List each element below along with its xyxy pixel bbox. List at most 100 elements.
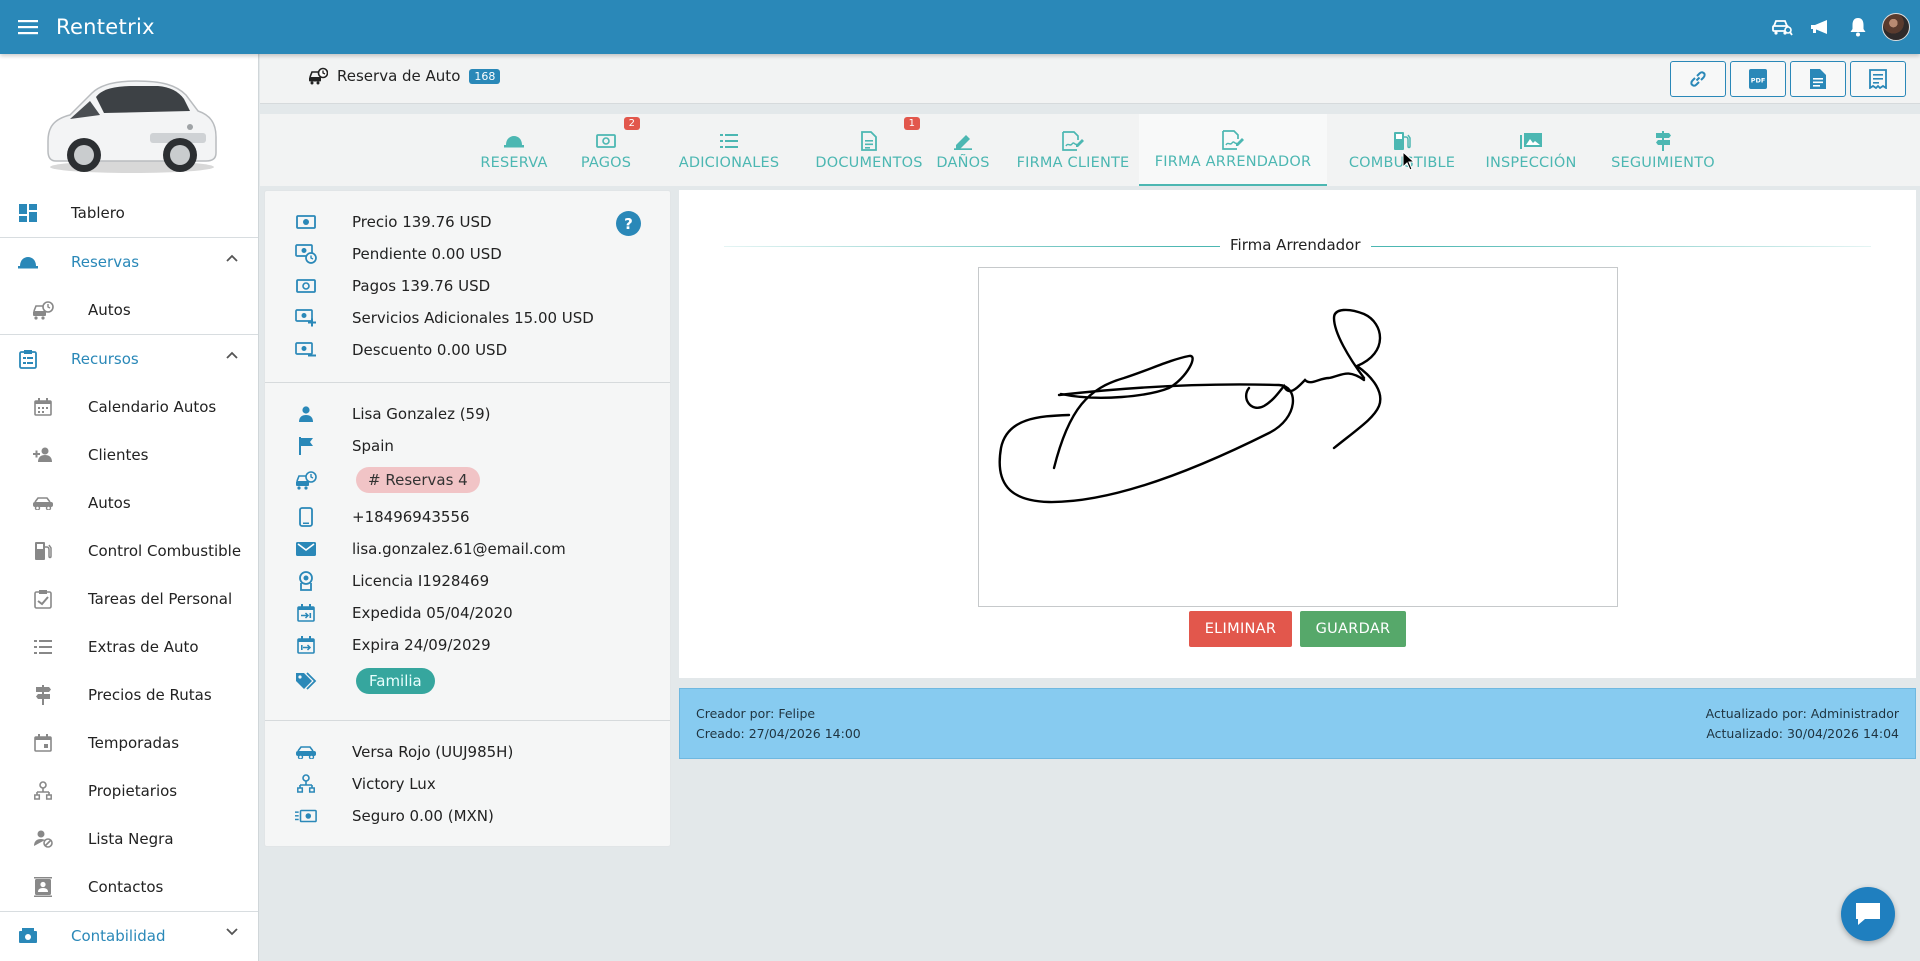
payments-text: Pagos 139.76 USD bbox=[352, 277, 491, 295]
contacts-icon bbox=[32, 877, 54, 897]
sidebar-item-label: Contactos bbox=[88, 878, 164, 896]
sidebar-item-label: Autos bbox=[88, 301, 131, 319]
save-signature-button[interactable]: GUARDAR bbox=[1300, 611, 1406, 647]
sidebar-item-calendario-autos[interactable]: Calendario Autos bbox=[0, 383, 258, 431]
sidebar-group-contabilidad[interactable]: Contabilidad bbox=[0, 912, 258, 960]
tab-seguimiento[interactable]: SEGUIMIENTO bbox=[1596, 114, 1730, 186]
fuel-pump-icon bbox=[1393, 130, 1411, 152]
money-plus-icon bbox=[295, 307, 317, 329]
car-icon bbox=[32, 493, 54, 513]
tab-bar: RESERVA 2 PAGOS ADICIONALES 1 DOCUMENTOS… bbox=[260, 114, 1920, 186]
user-icon bbox=[295, 403, 317, 425]
sidebar-item-tablero[interactable]: Tablero bbox=[0, 189, 258, 237]
phone-link[interactable]: +18496943556 bbox=[352, 508, 470, 526]
sidebar-item-label: Calendario Autos bbox=[88, 398, 217, 416]
sidebar-item-clientes[interactable]: Clientes bbox=[0, 431, 258, 479]
signature-icon bbox=[1062, 130, 1084, 152]
vehicle-row: Versa Rojo (UUJ985H) bbox=[265, 739, 670, 765]
money-minus-icon bbox=[295, 339, 317, 361]
receipt-button[interactable] bbox=[1850, 61, 1906, 97]
pending-row: Pendiente 0.00 USD bbox=[265, 241, 670, 267]
issued-text: Expedida 05/04/2020 bbox=[352, 604, 513, 622]
link-button[interactable] bbox=[1670, 61, 1726, 97]
reservation-info-panel: ? Precio 139.76 USD Pendiente 0.00 USD P… bbox=[264, 190, 671, 847]
count-badge: 1 bbox=[903, 117, 920, 130]
discount-row: Descuento 0.00 USD bbox=[265, 337, 670, 363]
sidebar-item-temporadas[interactable]: Temporadas bbox=[0, 719, 258, 767]
page-header: Reserva de Auto 168 PDF bbox=[260, 54, 1920, 104]
signpost-icon bbox=[32, 685, 54, 705]
additional-services-row: Servicios Adicionales 15.00 USD bbox=[265, 305, 670, 331]
sidebar-item-label: Extras de Auto bbox=[88, 638, 199, 656]
tab-danos[interactable]: DAÑOS bbox=[926, 114, 1000, 186]
fuel-pump-icon bbox=[32, 541, 54, 561]
car-clock-icon bbox=[295, 469, 317, 491]
tab-reserva[interactable]: RESERVA bbox=[470, 114, 558, 186]
tab-inspeccion[interactable]: INSPECCIÓN bbox=[1471, 114, 1591, 186]
tab-firma-cliente[interactable]: FIRMA CLIENTE bbox=[1004, 114, 1142, 186]
tab-firma-arrendador[interactable]: FIRMA ARRENDADOR bbox=[1139, 114, 1327, 186]
license-badge-icon bbox=[295, 570, 317, 592]
bell-service-icon bbox=[17, 252, 39, 272]
link-icon bbox=[1688, 69, 1708, 89]
sidebar-item-label: Tablero bbox=[71, 204, 125, 222]
customer-email: lisa.gonzalez.61@email.com bbox=[352, 540, 566, 558]
sidebar-item-autos-reservas[interactable]: Autos bbox=[0, 286, 258, 334]
menu-icon[interactable] bbox=[0, 0, 56, 54]
car-clock-icon bbox=[308, 67, 328, 85]
phone-row: +18496943556 bbox=[265, 504, 670, 530]
tab-label: DOCUMENTOS bbox=[815, 154, 923, 171]
chevron-down-icon[interactable] bbox=[226, 928, 238, 936]
owner-text: Victory Lux bbox=[352, 775, 436, 793]
customer-tag-chip[interactable]: Familia bbox=[356, 668, 435, 694]
tab-label: RESERVA bbox=[480, 154, 548, 171]
bell-icon[interactable] bbox=[1844, 13, 1872, 41]
calendar-season-icon bbox=[32, 733, 54, 753]
sidebar-item-precios-rutas[interactable]: Precios de Rutas bbox=[0, 671, 258, 719]
pdf-button[interactable]: PDF bbox=[1730, 61, 1786, 97]
sidebar-item-tareas-personal[interactable]: Tareas del Personal bbox=[0, 575, 258, 623]
chevron-up-icon[interactable] bbox=[226, 254, 238, 262]
pending-text: Pendiente 0.00 USD bbox=[352, 245, 502, 263]
gallery-icon bbox=[1520, 130, 1542, 152]
email-icon bbox=[295, 538, 317, 560]
owner-network-icon bbox=[295, 773, 317, 795]
sidebar-item-label: Lista Negra bbox=[88, 830, 174, 848]
avatar[interactable] bbox=[1882, 13, 1910, 41]
document-icon bbox=[861, 130, 877, 152]
count-badge: 2 bbox=[623, 117, 640, 130]
discount-text: Descuento 0.00 USD bbox=[352, 341, 508, 359]
sidebar-item-control-combustible[interactable]: Control Combustible bbox=[0, 527, 258, 575]
sidebar-item-lista-negra[interactable]: Lista Negra bbox=[0, 815, 258, 863]
sidebar-item-autos[interactable]: Autos bbox=[0, 479, 258, 527]
pdf-icon: PDF bbox=[1749, 69, 1767, 89]
tab-label: PAGOS bbox=[580, 154, 632, 171]
signpost-icon bbox=[1654, 130, 1672, 152]
signature-icon bbox=[1222, 129, 1244, 151]
chevron-up-icon[interactable] bbox=[226, 351, 238, 359]
sidebar-item-label: Clientes bbox=[88, 446, 149, 464]
sidebar: Tablero Reservas Autos Recursos Calendar… bbox=[0, 54, 259, 961]
tab-pagos[interactable]: 2 PAGOS bbox=[566, 114, 646, 186]
phone-icon bbox=[295, 506, 317, 528]
sidebar-item-propietarios[interactable]: Propietarios bbox=[0, 767, 258, 815]
divider bbox=[265, 720, 670, 721]
reservations-count-badge[interactable]: # Reservas 4 bbox=[356, 467, 480, 493]
price-text: Precio 139.76 USD bbox=[352, 213, 492, 231]
chat-button[interactable] bbox=[1841, 887, 1895, 941]
sidebar-group-reservas[interactable]: Reservas bbox=[0, 238, 258, 286]
horn-icon[interactable] bbox=[1806, 13, 1834, 41]
sidebar-group-recursos[interactable]: Recursos bbox=[0, 335, 258, 383]
insurance-money-icon bbox=[295, 805, 317, 827]
audit-info-bar: Creador por: Felipe Creado: 27/04/2026 1… bbox=[679, 688, 1916, 759]
tab-combustible[interactable]: COMBUSTIBLE bbox=[1332, 114, 1472, 186]
document-button[interactable] bbox=[1790, 61, 1846, 97]
signature-canvas[interactable] bbox=[978, 267, 1618, 607]
reservation-number-badge: 168 bbox=[469, 68, 501, 84]
sidebar-item-contactos[interactable]: Contactos bbox=[0, 863, 258, 911]
page-title: Reserva de Auto bbox=[337, 67, 461, 85]
expires-text: Expira 24/09/2029 bbox=[352, 636, 491, 654]
car-search-icon[interactable] bbox=[1768, 13, 1796, 41]
delete-signature-button[interactable]: ELIMINAR bbox=[1189, 611, 1292, 647]
sidebar-item-extras-auto[interactable]: Extras de Auto bbox=[0, 623, 258, 671]
